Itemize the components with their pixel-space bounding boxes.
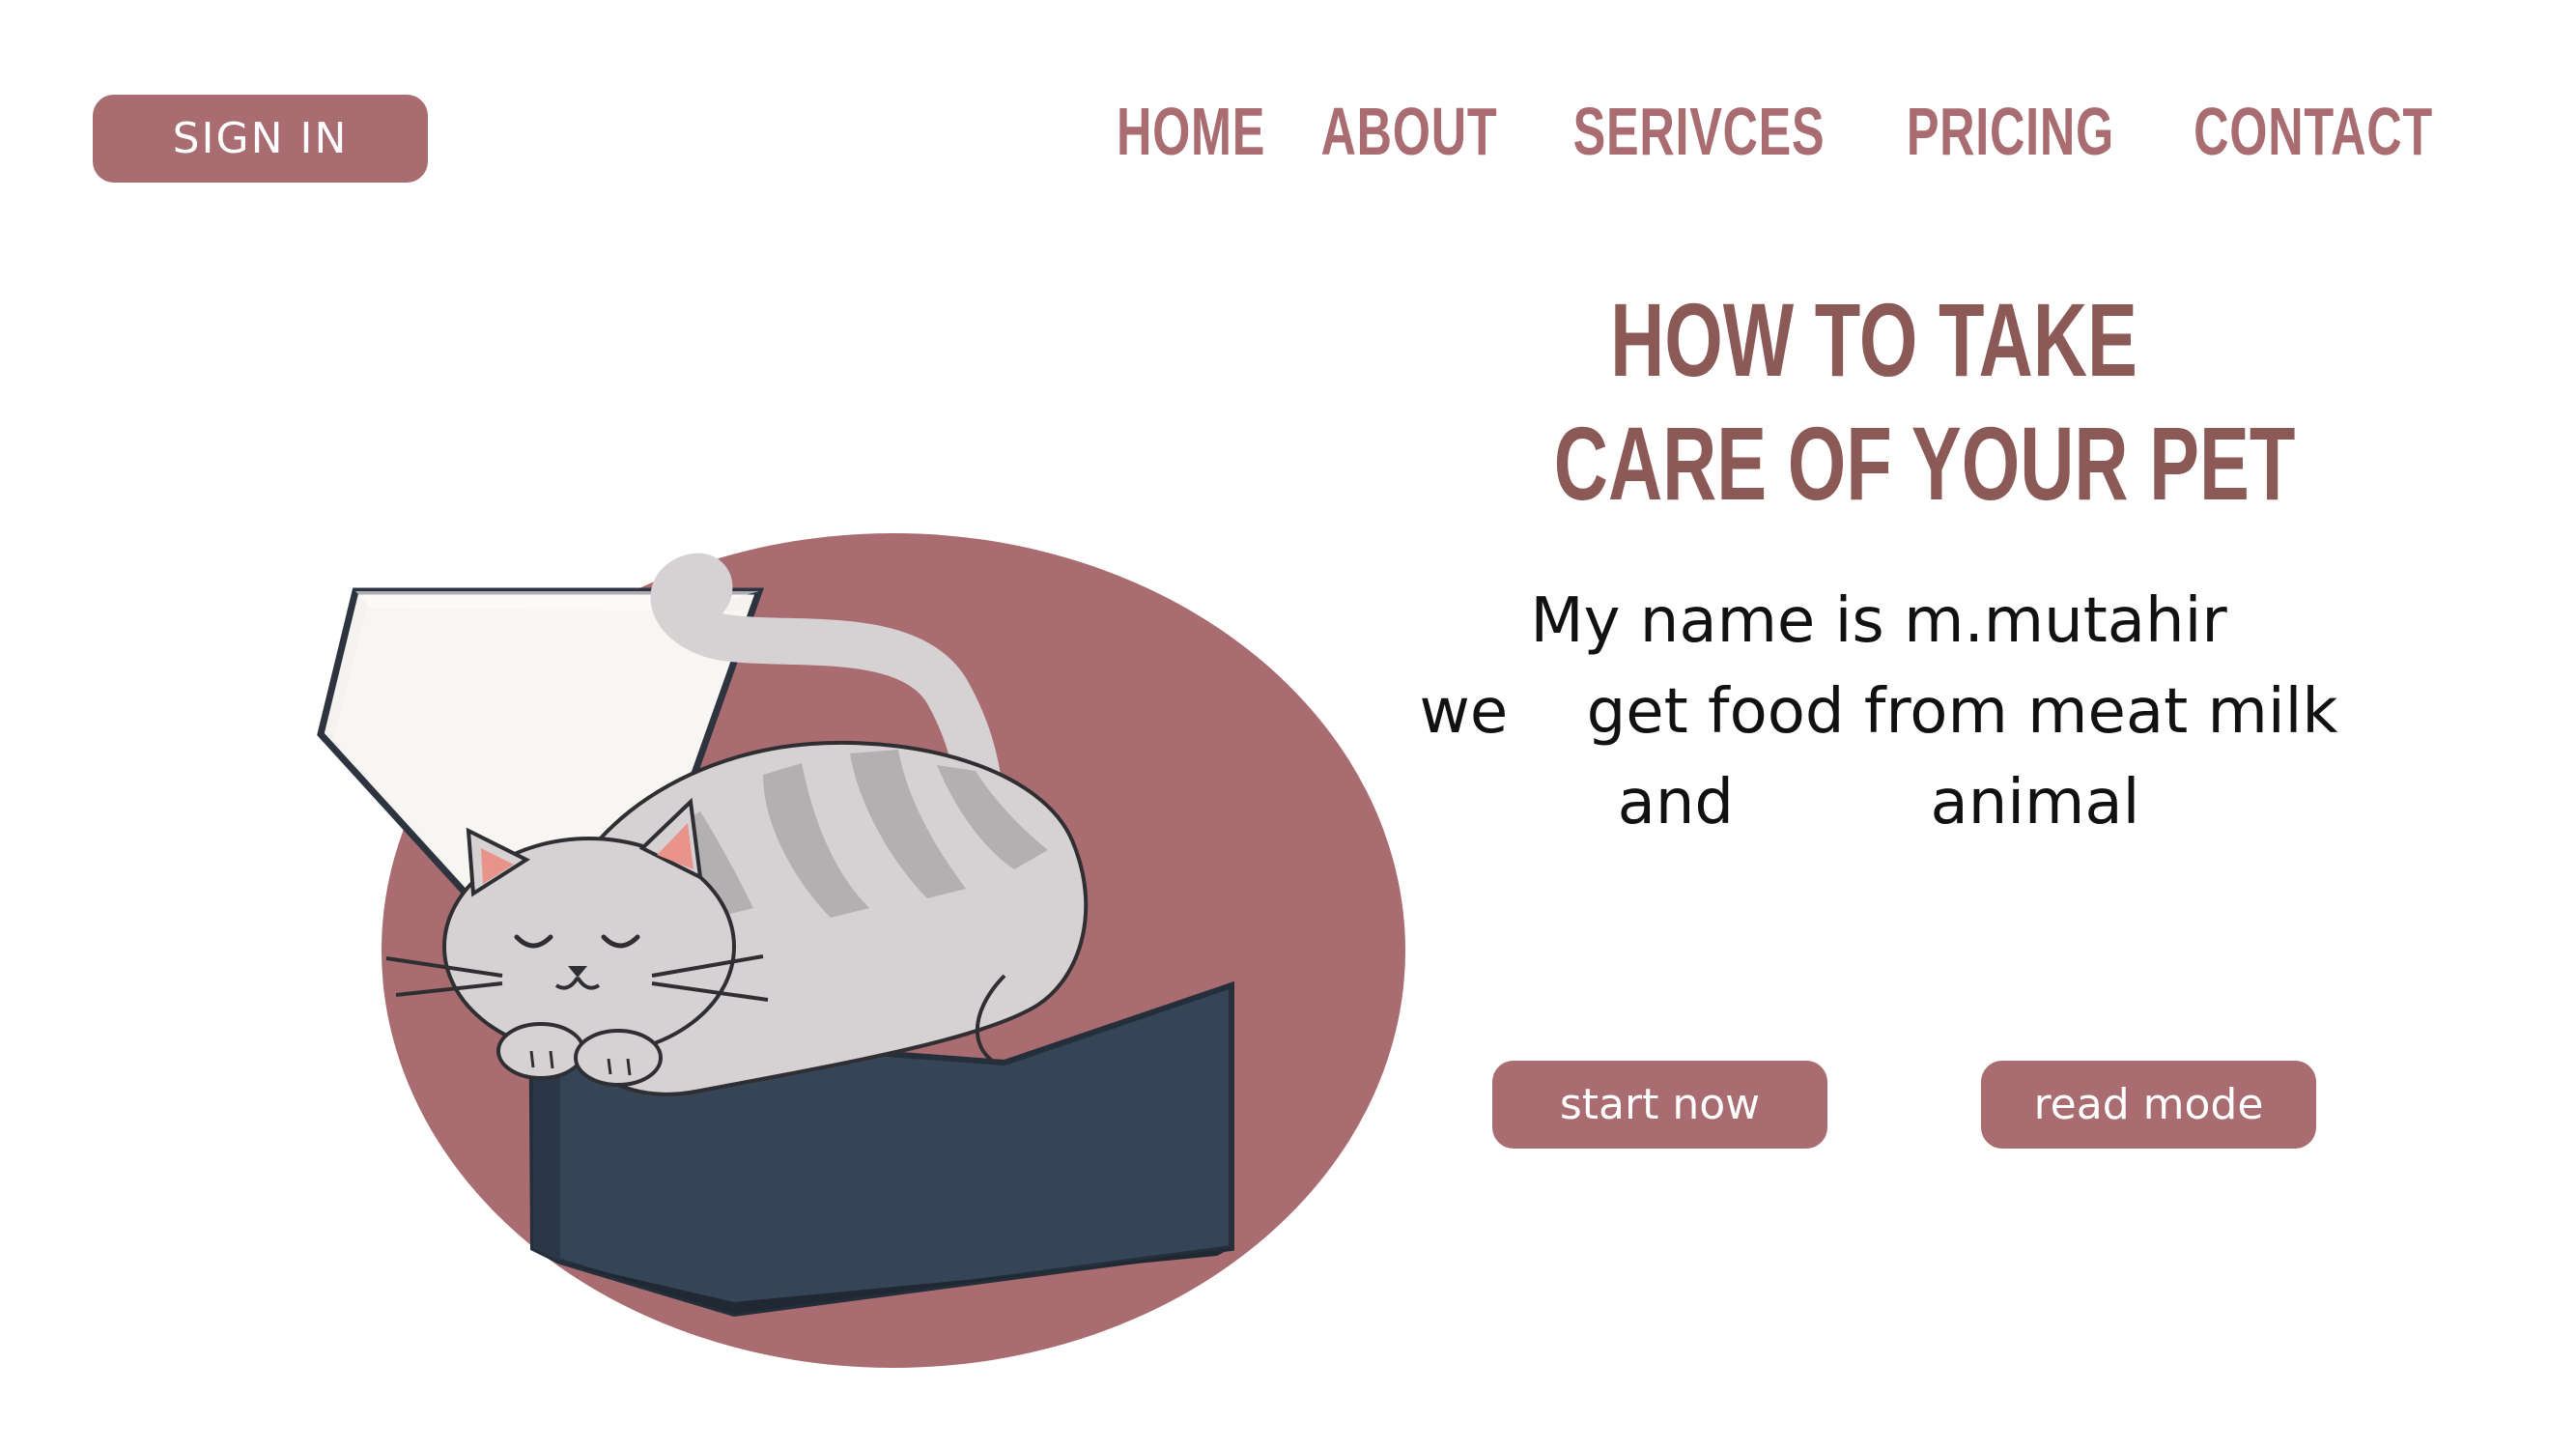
nav-pricing[interactable]: PRICING: [1907, 93, 2114, 170]
cat-paw-icon: [496, 1022, 585, 1080]
intro-line-1: My name is m.mutahir: [1530, 585, 2227, 657]
intro-line-2: we get food from meat milk: [1419, 676, 2338, 748]
nav-services[interactable]: SERIVCES: [1573, 93, 1826, 170]
title-line-2: CARE OF YOUR PET: [1553, 405, 2296, 522]
page-title: HOW TO TAKE CARE OF YOUR PET: [1553, 278, 2296, 526]
nav-home[interactable]: HOME: [1117, 93, 1265, 170]
read-mode-button[interactable]: read mode: [1981, 1061, 2316, 1149]
sign-in-button[interactable]: SIGN IN: [93, 95, 428, 183]
nav-contact[interactable]: CONTACT: [2194, 93, 2433, 170]
intro-line-3: and animal: [1617, 767, 2140, 838]
start-now-button[interactable]: start now: [1492, 1061, 1827, 1149]
main-nav: HOME ABOUT SERIVCES PRICING CONTACT: [1117, 93, 2450, 170]
title-line-1: HOW TO TAKE: [1610, 281, 2137, 398]
intro-text: My name is m.mutahir we get food from me…: [1391, 576, 2366, 848]
cat-in-box-icon: [317, 533, 1405, 1368]
nav-about[interactable]: ABOUT: [1321, 93, 1498, 170]
